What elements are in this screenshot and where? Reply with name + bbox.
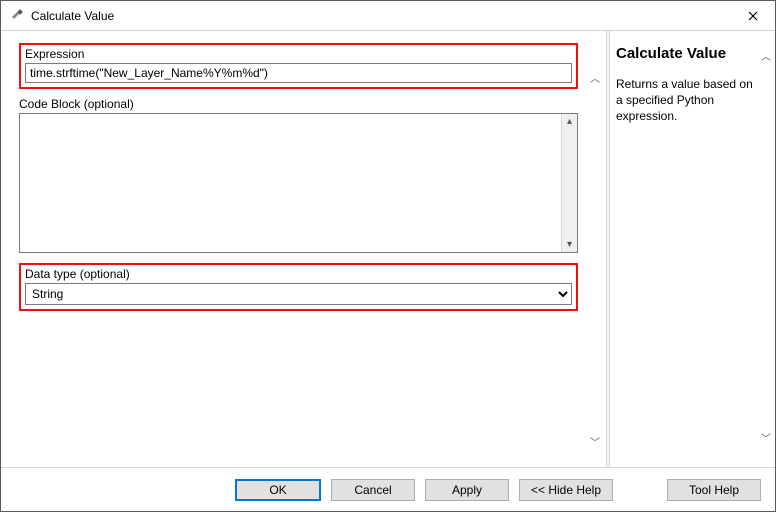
- button-row: OK Cancel Apply << Hide Help Tool Help: [1, 467, 775, 511]
- form-pane: Expression Code Block (optional) ▴ ▾ Dat…: [1, 31, 606, 467]
- help-pane: Calculate Value Returns a value based on…: [610, 31, 775, 467]
- hide-help-button[interactable]: << Hide Help: [519, 479, 613, 501]
- cancel-button[interactable]: Cancel: [331, 479, 415, 501]
- codeblock-input[interactable]: [20, 114, 561, 252]
- expression-group: Expression: [19, 43, 578, 89]
- help-scrollbar[interactable]: ︿ ﹀: [759, 43, 773, 449]
- help-title: Calculate Value: [616, 45, 755, 62]
- scroll-down-icon: ﹀: [589, 435, 601, 447]
- title-bar: Calculate Value: [1, 1, 775, 31]
- datatype-label: Data type (optional): [25, 267, 572, 281]
- expression-input[interactable]: [25, 63, 572, 83]
- dialog-body: Expression Code Block (optional) ▴ ▾ Dat…: [1, 31, 775, 467]
- scroll-down-icon: ﹀: [760, 431, 772, 443]
- help-content: Calculate Value Returns a value based on…: [616, 43, 759, 449]
- codeblock-label: Code Block (optional): [19, 97, 578, 111]
- datatype-select[interactable]: String: [25, 283, 572, 305]
- tool-help-button[interactable]: Tool Help: [667, 479, 761, 501]
- ok-button[interactable]: OK: [235, 479, 321, 501]
- close-button[interactable]: [730, 1, 775, 30]
- apply-button[interactable]: Apply: [425, 479, 509, 501]
- scroll-up-icon: ︿: [589, 71, 601, 83]
- help-body: Returns a value based on a specified Pyt…: [616, 76, 755, 125]
- dialog-window: Calculate Value Expression Code Block (o…: [0, 0, 776, 512]
- hammer-icon: [9, 8, 25, 24]
- scroll-down-icon: ▾: [567, 239, 572, 250]
- window-title: Calculate Value: [31, 9, 730, 23]
- codeblock-wrap: ▴ ▾: [19, 113, 578, 253]
- expression-label: Expression: [25, 47, 572, 61]
- scroll-up-icon: ︿: [760, 49, 772, 61]
- codeblock-group: Code Block (optional) ▴ ▾: [19, 97, 578, 253]
- datatype-group: Data type (optional) String: [19, 263, 578, 311]
- form-scrollbar[interactable]: ︿ ﹀: [588, 71, 602, 447]
- codeblock-scrollbar[interactable]: ▴ ▾: [561, 114, 577, 252]
- scroll-up-icon: ▴: [567, 116, 572, 127]
